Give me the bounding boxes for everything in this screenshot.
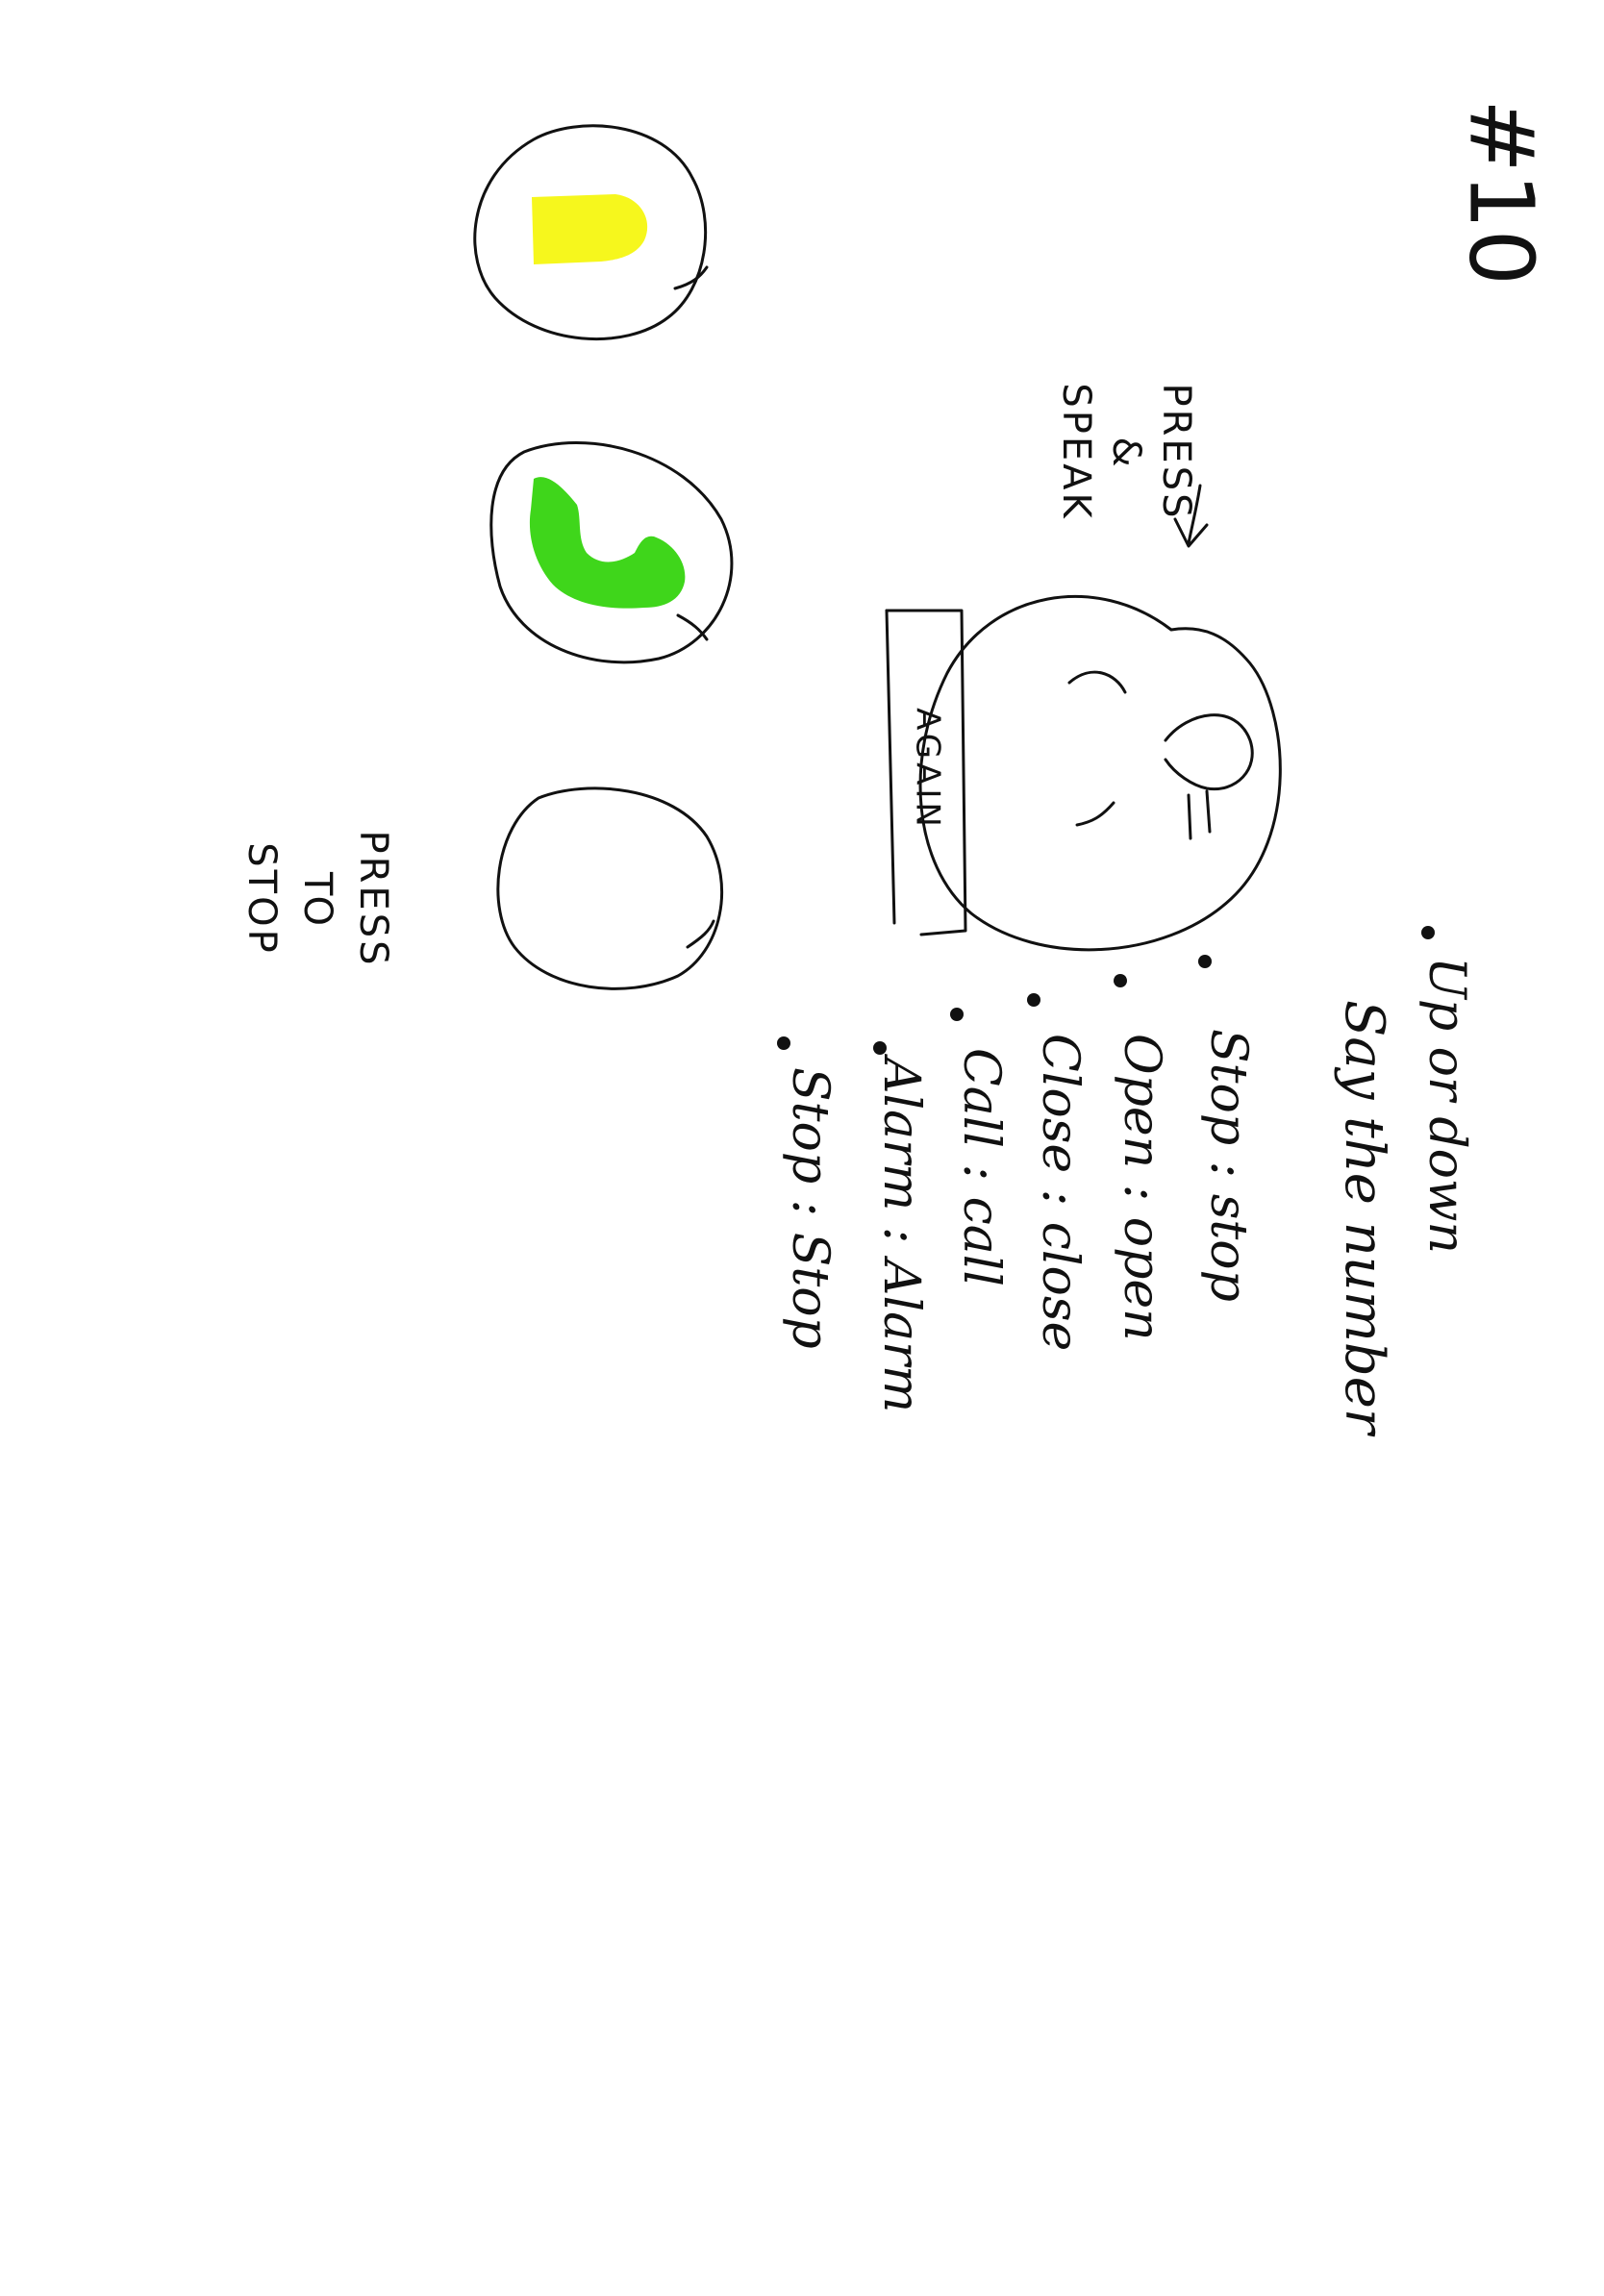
phone-handset-icon — [529, 477, 686, 609]
bullet — [1198, 955, 1212, 968]
press-speak-line3: SPEAK — [1054, 383, 1098, 520]
page-number: #10 — [1450, 99, 1553, 286]
press-stop-label: PRESS TO STOP — [239, 831, 395, 968]
press-stop-line3: STOP — [239, 842, 284, 955]
command-item: Close : close — [1031, 1034, 1089, 1351]
bullet — [777, 1036, 790, 1050]
bullet — [1421, 926, 1435, 939]
press-stop-line1: PRESS — [351, 831, 395, 968]
command-list: Up or down Say the number Stop : stop Op… — [777, 926, 1475, 1437]
yellow-circle-button[interactable] — [473, 124, 709, 340]
press-speak-line2: & — [1104, 437, 1148, 466]
command-item: Say the number — [1333, 1000, 1395, 1437]
press-speak-label: PRESS & SPEAK — [1054, 383, 1198, 520]
again-button[interactable]: AGAIN — [885, 609, 967, 936]
command-item: Open : open — [1113, 1034, 1170, 1341]
mic-button[interactable] — [918, 594, 1282, 952]
green-circle-button[interactable] — [489, 441, 734, 664]
press-stop-line2: TO — [295, 871, 339, 926]
stop-circle-button[interactable] — [496, 786, 724, 990]
bullet — [950, 1008, 964, 1021]
sketch-canvas: #10 PRESS & SPEAK AGAIN PRESS TO STOP Up… — [239, 99, 1553, 1437]
press-speak-line1: PRESS — [1154, 384, 1198, 521]
yellow-bell-icon — [532, 194, 648, 264]
command-item: Alarm : Alarm — [872, 1054, 930, 1412]
microphone-icon — [1067, 670, 1254, 840]
bullet — [1114, 974, 1127, 987]
command-item: Up or down — [1417, 957, 1475, 1254]
command-item: Stop : Stop — [781, 1067, 839, 1349]
bullet — [873, 1041, 887, 1055]
page-number-label: #10 — [1450, 99, 1553, 286]
command-item: Stop : stop — [1199, 1029, 1257, 1302]
again-label: AGAIN — [909, 708, 947, 831]
command-item: Call : call — [952, 1048, 1010, 1286]
bullet — [1027, 993, 1040, 1007]
